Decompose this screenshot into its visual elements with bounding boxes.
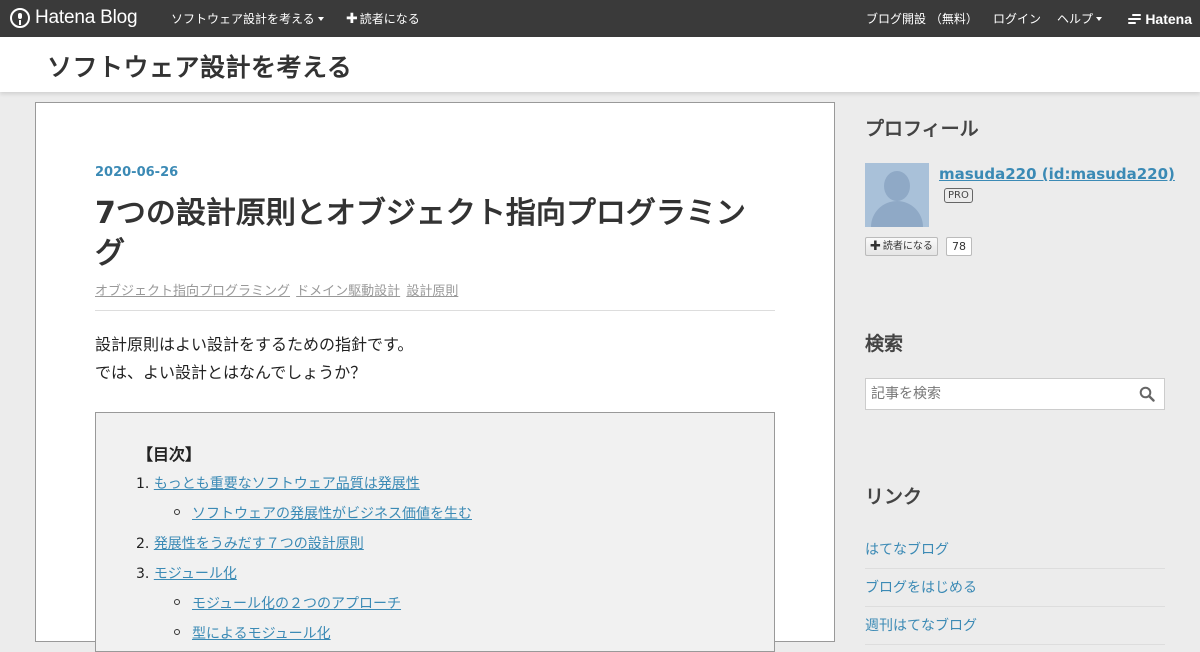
toc-subitem: ソフトウェアの発展性がビジネス価値を生む — [174, 505, 472, 523]
toc-title: 【目次】 — [137, 445, 202, 464]
post-date[interactable]: 2020-06-26 — [95, 165, 178, 180]
open-blog-label: ブログ開設 （無料） — [866, 12, 978, 26]
article-card: 2020-06-26 7つの設計原則とオブジェクト指向プログラミング オブジェク… — [35, 102, 835, 652]
hatena-blog-logo[interactable]: Hatena Blog — [10, 7, 138, 29]
subscribe-label: 読者になる — [882, 241, 933, 252]
plus-icon: ✚ — [346, 10, 358, 27]
lead-line: では、よい設計とはなんでしょうか？ — [95, 363, 367, 382]
open-blog-link[interactable]: ブログ開設 （無料） — [866, 0, 978, 37]
bullet-icon — [174, 599, 180, 605]
sidebar-link[interactable]: ブログをはじめる — [865, 569, 1165, 607]
lead-line: 設計原則はよい設計をするための指針です。 — [95, 335, 414, 354]
sidebar-link[interactable]: 週刊はてなブログ — [865, 607, 1165, 645]
toc-number: 3. — [136, 566, 150, 582]
links-heading: リンク — [865, 486, 923, 508]
toc-item: 3. モジュール化 — [136, 565, 237, 583]
hatena-blog-logo-icon — [10, 8, 30, 28]
toc-item: 1. もっとも重要なソフトウェア品質は発展性 — [136, 475, 420, 493]
toc-link[interactable]: ソフトウェアの発展性がビジネス価値を生む — [192, 506, 472, 522]
toc-link[interactable]: 発展性をうみだす７つの設計原則 — [154, 536, 364, 552]
profile-heading: プロフィール — [865, 118, 979, 140]
toc-link[interactable]: モジュール化 — [154, 566, 237, 582]
bullet-icon — [174, 509, 180, 515]
toc-link[interactable]: もっとも重要なソフトウェア品質は発展性 — [154, 476, 420, 492]
post-title[interactable]: 7つの設計原則とオブジェクト指向プログラミング — [95, 194, 775, 274]
login-label: ログイン — [993, 12, 1042, 26]
hatena-logo-text: Hatena — [1145, 10, 1192, 27]
blog-title[interactable]: ソフトウェア設計を考える — [47, 48, 352, 84]
chevron-down-icon — [317, 16, 324, 21]
category-link[interactable]: ドメイン駆動設計 — [296, 284, 400, 299]
toc-subitem: モジュール化の２つのアプローチ — [174, 595, 401, 613]
plus-icon: ✚ — [870, 239, 881, 254]
table-of-contents: 【目次】 1. もっとも重要なソフトウェア品質は発展性 ソフトウェアの発展性がビ… — [95, 412, 775, 652]
toc-number: 1. — [136, 476, 150, 492]
category-link[interactable]: オブジェクト指向プログラミング — [95, 284, 290, 299]
profile-name-link[interactable]: masuda220 (id:masuda220) — [939, 165, 1175, 183]
search-heading: 検索 — [865, 333, 904, 355]
toc-subitem: 型によるモジュール化 — [174, 625, 331, 643]
toc-link[interactable]: 型によるモジュール化 — [192, 626, 331, 642]
search-icon[interactable] — [1139, 386, 1155, 402]
avatar-head — [884, 171, 910, 201]
help-menu[interactable]: ヘルプ — [1057, 0, 1103, 37]
search-input[interactable] — [866, 379, 1136, 409]
help-label: ヘルプ — [1057, 12, 1094, 26]
hatena-logo[interactable]: Hatena — [1128, 0, 1192, 37]
blog-menu[interactable]: ソフトウェア設計を考える — [171, 0, 324, 37]
brand-text: Hatena Blog — [35, 7, 138, 28]
avatar[interactable] — [865, 163, 929, 227]
chevron-down-icon — [1096, 16, 1103, 21]
avatar-body — [871, 201, 923, 227]
category-list: オブジェクト指向プログラミング ドメイン駆動設計 設計原則 — [95, 280, 775, 311]
sidebar-link[interactable]: はてなブログ — [865, 531, 1165, 569]
search-box — [865, 378, 1165, 410]
toc-number: 2. — [136, 536, 150, 552]
category-link[interactable]: 設計原則 — [406, 284, 458, 299]
toc-link[interactable]: モジュール化の２つのアプローチ — [192, 596, 401, 612]
blog-header: ソフトウェア設計を考える — [0, 37, 1200, 92]
subscriber-count[interactable]: 78 — [946, 237, 972, 256]
pro-badge[interactable]: PRO — [944, 188, 973, 203]
article-lead: 設計原則はよい設計をするための指針です。 では、よい設計とはなんでしょうか？ — [95, 331, 413, 387]
login-link[interactable]: ログイン — [993, 0, 1041, 37]
subscribe-top-label: 読者になる — [359, 12, 420, 26]
blog-menu-label: ソフトウェア設計を考える — [171, 12, 315, 26]
toc-item: 2. 発展性をうみだす７つの設計原則 — [136, 535, 364, 553]
global-header: Hatena Blog ソフトウェア設計を考える ✚ 読者になる ブログ開設 （… — [0, 0, 1200, 37]
subscribe-top-button[interactable]: ✚ 読者になる — [346, 0, 420, 37]
hatena-lines-icon — [1128, 14, 1142, 24]
subscribe-button[interactable]: ✚ 読者になる — [865, 237, 938, 256]
